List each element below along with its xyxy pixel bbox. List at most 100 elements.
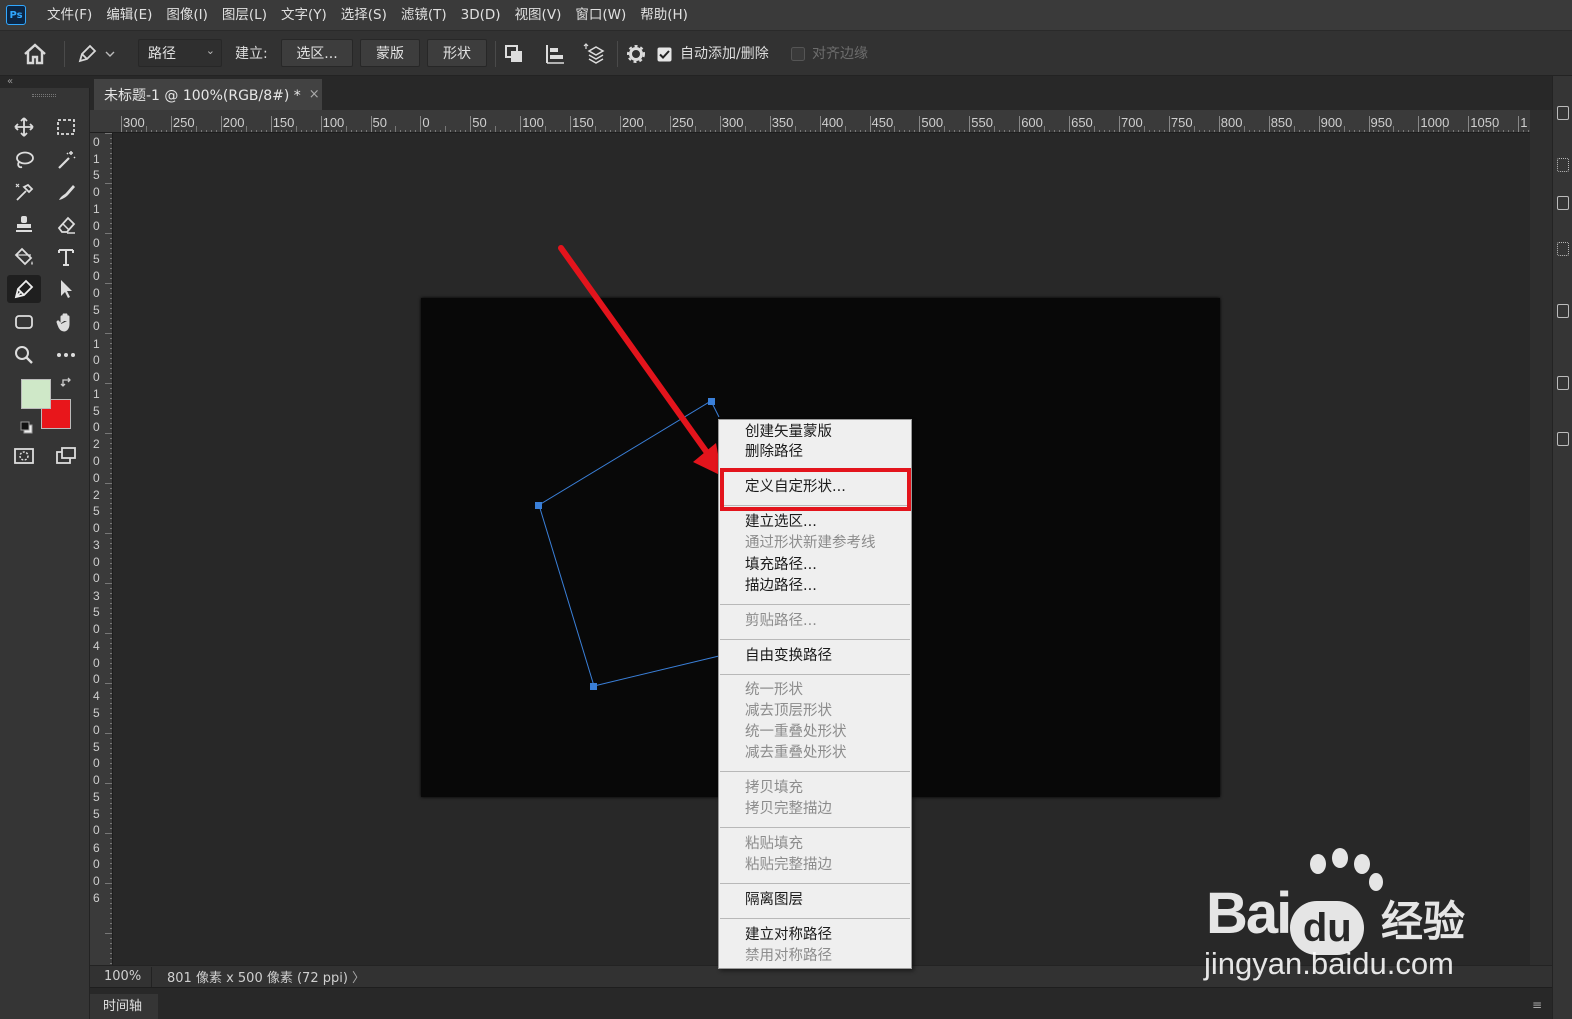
healing-brush-tool-icon[interactable] [49, 178, 83, 206]
ruler-label: 1 [93, 336, 100, 351]
panel-grip[interactable] [32, 94, 56, 97]
lasso-tool-icon[interactable] [7, 146, 41, 174]
document-tab[interactable]: 未标题-1 @ 100%(RGB/8#) * × [94, 79, 322, 110]
cm-isolate-layers[interactable]: 隔离图层 [745, 890, 803, 911]
panel-collapse-icon[interactable]: « [0, 76, 90, 88]
ruler-tick [719, 116, 721, 132]
ruler-tick [1218, 116, 1220, 132]
more-tools-icon[interactable] [49, 341, 83, 369]
ruler-label: 300 [123, 115, 145, 130]
cm-clipping-path: 剪贴路径... [745, 613, 817, 629]
hand-tool-icon[interactable] [49, 308, 83, 336]
zoom-level-field[interactable]: 100% [90, 966, 152, 987]
magic-wand-tool-icon[interactable] [49, 146, 83, 174]
ruler-minor-tick [105, 433, 112, 434]
ruler-minor-tick [395, 126, 397, 132]
ruler-label: 300 [721, 115, 744, 130]
vertical-ruler[interactable]: 0150100500501001502002503003504004505005… [90, 133, 113, 965]
ruler-minor-tick [105, 933, 112, 934]
marquee-tool-icon[interactable] [49, 113, 83, 141]
ruler-label: 0 [93, 218, 100, 233]
cm-paste-complete-stroke: 粘贴完整描边 [745, 857, 832, 873]
make-shape-button[interactable]: 形状 [427, 39, 487, 67]
panel-menu-icon[interactable]: ≡ [1532, 998, 1542, 1012]
rectangle-tool-icon[interactable] [7, 308, 41, 336]
menu-type[interactable]: 文字(Y) [274, 0, 334, 30]
clone-stamp-tool-icon[interactable] [7, 210, 41, 238]
panel-icon[interactable] [1557, 432, 1569, 446]
cm-delete-path[interactable]: 删除路径 [745, 442, 803, 463]
cm-create-vector-mask[interactable]: 创建矢量蒙版 [745, 422, 832, 443]
path-alignment-icon[interactable] [544, 31, 566, 77]
cm-free-transform-path[interactable]: 自由变换路径 [745, 646, 832, 667]
menu-window[interactable]: 窗口(W) [568, 0, 633, 30]
pen-tool-icon[interactable] [7, 275, 41, 303]
swap-colors-icon[interactable] [60, 376, 74, 390]
foreground-color-swatch[interactable] [21, 379, 51, 409]
ruler-minor-tick [944, 126, 946, 132]
ruler-minor-tick [994, 126, 996, 132]
ruler-label: 450 [871, 115, 894, 130]
type-tool-icon[interactable] [49, 243, 83, 271]
path-arrangement-icon[interactable] [583, 31, 609, 77]
menu-edit[interactable]: 编辑(E) [99, 0, 159, 30]
ruler-tick [1119, 116, 1120, 132]
vertical-scrollbar[interactable] [1530, 110, 1552, 965]
default-colors-icon[interactable] [20, 421, 34, 435]
make-mask-button[interactable]: 蒙版 [360, 39, 420, 67]
home-icon[interactable] [22, 31, 48, 77]
cm-make-symmetry-path[interactable]: 建立对称路径 [745, 925, 832, 946]
ruler-tick [1368, 116, 1370, 132]
panel-icon[interactable] [1557, 106, 1569, 120]
make-selection-button[interactable]: 选区... [281, 39, 353, 67]
menu-3d[interactable]: 3D(D) [454, 0, 508, 30]
panel-icon[interactable] [1557, 158, 1569, 172]
move-tool-icon[interactable] [7, 113, 41, 141]
paint-bucket-tool-icon[interactable] [7, 243, 41, 271]
panel-icon[interactable] [1557, 196, 1569, 210]
menu-view[interactable]: 视图(V) [508, 0, 569, 30]
menu-help[interactable]: 帮助(H) [633, 0, 695, 30]
ruler-minor-tick [1293, 126, 1295, 132]
path-selection-tool-icon[interactable] [49, 275, 83, 303]
ruler-tick [420, 116, 422, 132]
ruler-label: 600 [1021, 115, 1043, 130]
screen-mode-icon[interactable] [49, 442, 83, 470]
gear-icon[interactable] [626, 31, 646, 77]
align-edges-checkbox[interactable] [791, 31, 805, 77]
timeline-tab[interactable]: 时间轴 [90, 994, 158, 1019]
menu-filter[interactable]: 滤镜(T) [394, 0, 454, 30]
cm-make-selection[interactable]: 建立选区... [745, 512, 817, 533]
quick-mask-icon[interactable] [7, 442, 41, 470]
menu-bar: Ps 文件(F) 编辑(E) 图像(I) 图层(L) 文字(Y) 选择(S) 滤… [0, 0, 1572, 30]
menu-file[interactable]: 文件(F) [40, 0, 99, 30]
document-info: 801 像素 x 500 像素 (72 ppi) [167, 971, 348, 986]
auto-add-delete-checkbox[interactable] [657, 31, 672, 77]
ruler-minor-tick [105, 333, 112, 334]
menu-image[interactable]: 图像(I) [159, 0, 215, 30]
panel-icon[interactable] [1557, 376, 1569, 390]
menu-separator [720, 639, 910, 640]
close-icon[interactable]: × [309, 87, 320, 102]
ruler-minor-tick [644, 126, 646, 132]
path-operations-icon[interactable] [503, 31, 525, 77]
ruler-label: 4 [93, 639, 100, 653]
cm-fill-path[interactable]: 填充路径... [745, 555, 817, 576]
ruler-tick [1168, 116, 1170, 132]
eyedropper-tool-icon[interactable] [7, 178, 41, 206]
menu-layer[interactable]: 图层(L) [215, 0, 274, 30]
zoom-tool-icon[interactable] [7, 341, 41, 369]
status-menu-arrow-icon[interactable]: 〉 [352, 967, 365, 986]
ruler-minor-tick [105, 383, 112, 384]
panel-icon[interactable] [1557, 304, 1569, 318]
menu-select[interactable]: 选择(S) [334, 0, 394, 30]
mode-select[interactable]: 路径 ⌄ [138, 39, 222, 67]
panel-icon[interactable] [1557, 242, 1569, 256]
horizontal-ruler[interactable]: 300 250 200 150 100 50 0 50 100 150 200 250 300 350 40… [90, 110, 1530, 133]
baidu-watermark: Bai du 经验 jingyan.baidu.com [1198, 848, 1498, 981]
cm-stroke-path[interactable]: 描边路径... [745, 576, 817, 597]
ruler-tick [220, 116, 222, 132]
pen-tool-preset-icon[interactable] [76, 31, 116, 77]
ruler-minor-tick [105, 733, 112, 734]
eraser-tool-icon[interactable] [49, 210, 83, 238]
